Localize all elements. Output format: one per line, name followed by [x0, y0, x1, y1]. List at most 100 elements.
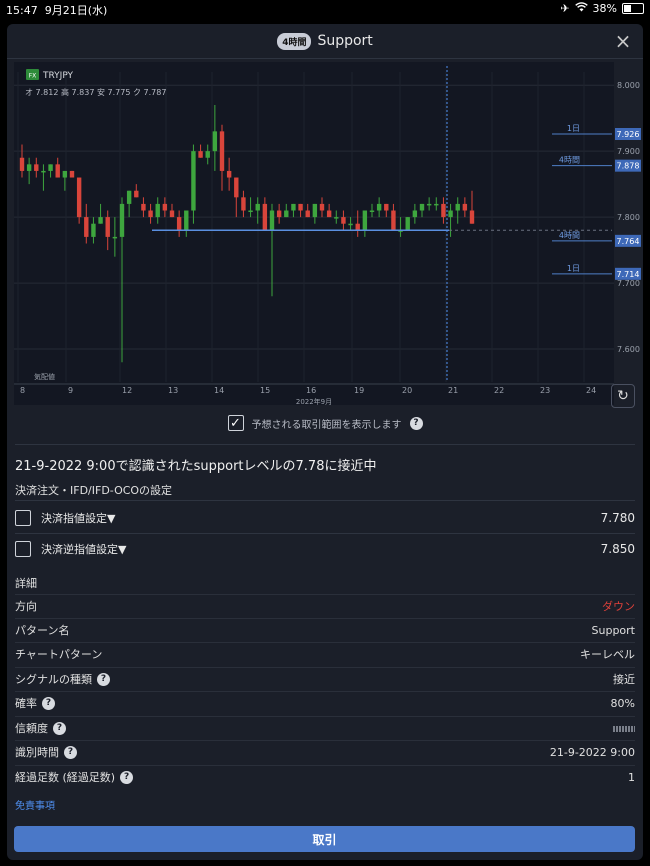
quote-label: 気配値 — [34, 372, 55, 381]
candle-body — [98, 217, 103, 224]
divider — [15, 444, 635, 445]
candle-body — [348, 223, 353, 226]
candle-body — [262, 203, 268, 231]
x-tick-label: 13 — [168, 386, 178, 395]
wifi-icon — [574, 2, 588, 15]
status-bar: 15:47 9月21日(水) ✈ 38% — [0, 0, 650, 18]
candle-body — [241, 197, 246, 211]
candle-body — [276, 210, 282, 218]
y-tick-label: 7.800 — [617, 213, 640, 222]
stop-loss-value: 7.850 — [600, 542, 635, 556]
signal-notice: 21-9-2022 9:00で認識されたsupportレベルの7.78に接近中 — [15, 459, 377, 474]
candle-body — [462, 203, 468, 211]
dialog-title: Support — [317, 33, 373, 49]
show-range-option[interactable]: ✓ 予想される取引範囲を表示します ? — [7, 412, 643, 434]
candle-body — [362, 210, 368, 231]
stop-loss-label[interactable]: 決済逆指値設定▼ — [41, 541, 126, 557]
candle-body — [426, 203, 432, 206]
help-icon[interactable]: ? — [64, 745, 77, 759]
order-section-title: 決済注文・IFD/IFD-OCOの設定 — [15, 484, 173, 497]
trade-button[interactable]: 取引 — [14, 826, 635, 852]
y-tick-label: 8.000 — [617, 81, 640, 90]
y-tick-label: 7.600 — [617, 345, 640, 354]
marker-value: 7.878 — [617, 162, 640, 171]
candle-body — [169, 210, 175, 218]
candle-body — [69, 170, 75, 178]
help-icon[interactable]: ? — [97, 672, 110, 686]
help-icon[interactable]: ? — [53, 721, 66, 735]
detail-row-direction: 方向 ダウン — [15, 594, 635, 617]
candle-body — [26, 164, 32, 171]
candle-body — [184, 210, 189, 231]
refresh-icon[interactable]: ↻ — [611, 384, 635, 408]
candle-body — [248, 210, 253, 213]
x-tick-label: 19 — [354, 386, 364, 395]
candle-body — [412, 210, 418, 218]
take-profit-label[interactable]: 決済指値設定▼ — [41, 510, 115, 526]
candle-body — [326, 210, 332, 218]
show-range-checkbox[interactable]: ✓ — [227, 415, 244, 431]
x-tick-label: 23 — [540, 386, 550, 395]
candle-body — [269, 210, 275, 231]
candle-body — [112, 236, 118, 239]
x-tick-label: 8 — [20, 386, 25, 395]
help-icon[interactable]: ? — [409, 416, 423, 430]
direction-value: ダウン — [602, 600, 635, 613]
symbol-label: TRYJPY — [42, 71, 74, 81]
candle-body — [391, 210, 396, 231]
candle-body — [76, 177, 82, 218]
candle-body — [355, 223, 360, 231]
divider — [15, 500, 635, 501]
x-tick-label: 15 — [260, 386, 270, 395]
take-profit-checkbox[interactable] — [15, 510, 31, 526]
candle-body — [441, 203, 446, 218]
take-profit-row[interactable]: 決済指値設定▼ 7.780 — [15, 504, 635, 532]
candle-body — [284, 210, 289, 218]
marker-value: 7.926 — [617, 130, 640, 139]
candle-body — [41, 170, 46, 173]
x-tick-label: 9 — [68, 386, 73, 395]
detail-row-signal-type: シグナルの種類? 接近 — [15, 667, 635, 690]
candle-body — [469, 210, 475, 224]
price-chart[interactable]: 8.000 7.900 7.800 7.700 7.600 8 9 12 13 14 15 16 19 2… — [14, 62, 641, 406]
candle-body — [19, 157, 25, 171]
status-time: 15:47 9月21日(水) — [6, 4, 108, 17]
x-tick-label: 14 — [214, 386, 224, 395]
detail-row-probability: 確率? 80% — [15, 691, 635, 714]
candle-body — [141, 203, 146, 211]
candle-body — [84, 217, 89, 237]
candle-body — [319, 203, 325, 211]
candle-body — [155, 203, 160, 218]
candle-body — [191, 151, 196, 211]
airplane-icon: ✈ — [560, 2, 570, 15]
candle-body — [369, 210, 375, 213]
candle-body — [334, 217, 339, 219]
detail-row-identified-time: 識別時間? 21-9-2022 9:00 — [15, 740, 635, 763]
help-icon[interactable]: ? — [120, 770, 134, 784]
candle-body — [126, 190, 132, 204]
candle-body — [212, 131, 218, 152]
month-label: 2022年9月 — [296, 397, 332, 405]
candle-body — [384, 203, 389, 211]
stop-loss-row[interactable]: 決済逆指値設定▼ 7.850 — [15, 535, 635, 563]
detail-row-chart-pattern: チャートパターン キーレベル — [15, 642, 635, 665]
ohlc-readout: オ 7.812 高 7.837 安 7.775 ク 7.787 — [25, 87, 166, 97]
battery-icon — [622, 3, 644, 14]
take-profit-value: 7.780 — [600, 511, 635, 525]
candle-body — [119, 203, 125, 237]
detail-row-bars-elapsed: 経過足数 (経過足数)? 1 — [15, 765, 635, 788]
candle-body — [34, 164, 39, 171]
candle-body — [376, 203, 382, 211]
stop-loss-checkbox[interactable] — [15, 541, 31, 557]
dialog-header: 4時間 Support × — [7, 24, 643, 59]
chart-canvas: 8.000 7.900 7.800 7.700 7.600 8 9 12 13 14 15 16 19 2… — [14, 66, 641, 406]
close-icon[interactable]: × — [613, 31, 633, 51]
help-icon[interactable]: ? — [42, 696, 55, 710]
marker-label: 4時間 — [559, 231, 580, 240]
candle-body — [312, 203, 318, 218]
marker-value: 7.714 — [617, 270, 640, 279]
x-tick-label: 20 — [402, 386, 412, 395]
x-tick-label: 16 — [306, 386, 316, 395]
disclaimer-link[interactable]: 免責事項 — [15, 797, 55, 812]
candle-body — [234, 177, 239, 198]
